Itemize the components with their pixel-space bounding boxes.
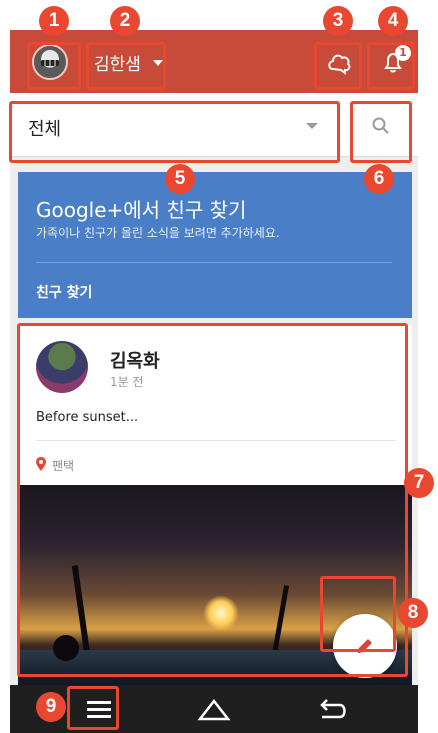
callout-box-avatar — [27, 42, 81, 90]
callout-number: 5 — [165, 164, 195, 194]
callout-number: 8 — [398, 598, 428, 628]
callout-number: 4 — [378, 6, 408, 36]
callout-number: 3 — [323, 6, 353, 36]
find-friends-card: Google+에서 친구 찾기 가족이나 친구가 올린 소식을 보려면 추가하세… — [18, 172, 412, 318]
callout-number: 9 — [36, 692, 66, 722]
callout-number: 2 — [110, 6, 140, 36]
callout-number: 7 — [404, 468, 434, 498]
card-subtitle: 가족이나 친구가 올린 소식을 보려면 추가하세요. — [36, 226, 280, 240]
callout-box-account — [86, 42, 166, 90]
callout-box-bell — [367, 42, 415, 90]
callout-box-filter — [9, 101, 340, 163]
callout-box-compose — [320, 576, 396, 652]
home-icon[interactable] — [194, 695, 234, 723]
callout-box-menu — [67, 686, 119, 730]
callout-number: 6 — [364, 164, 394, 194]
find-friends-link[interactable]: 친구 찾기 — [36, 282, 92, 302]
card-title: Google+에서 친구 찾기 — [36, 198, 247, 222]
callout-box-hangouts — [314, 42, 362, 90]
callout-number: 1 — [39, 6, 69, 36]
card-divider — [36, 262, 392, 263]
back-icon[interactable] — [312, 695, 352, 723]
callout-box-search — [350, 101, 412, 163]
